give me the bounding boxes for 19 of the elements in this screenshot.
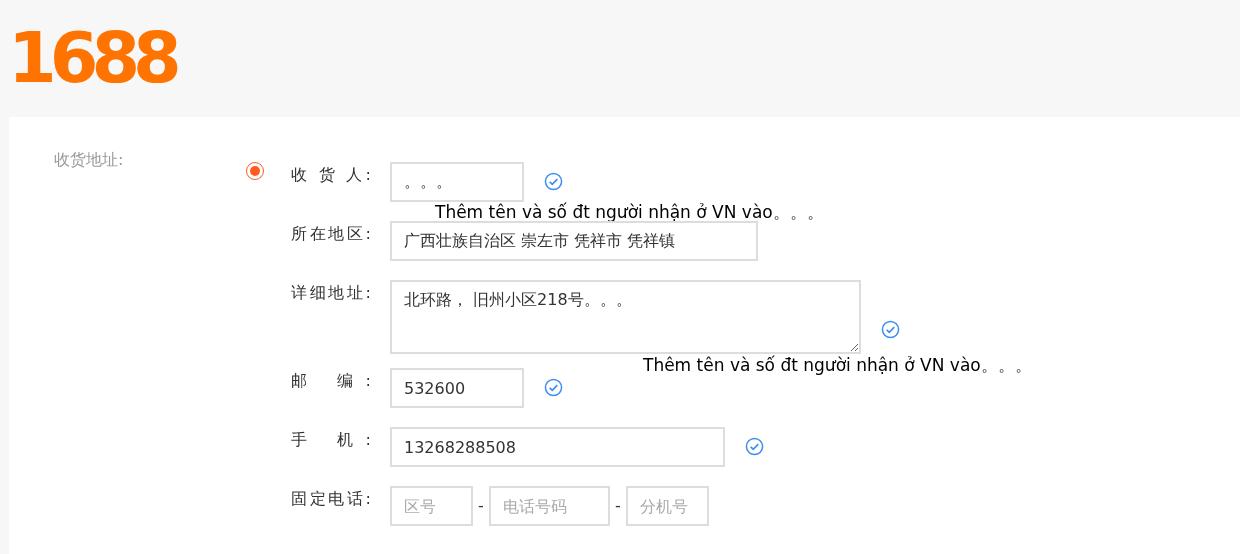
field-label: 固定电话: [291, 488, 371, 510]
input-field[interactable]: 13268288508 [390, 427, 725, 467]
field-label: 邮 编: [291, 370, 371, 392]
section-label: 收货地址: [54, 150, 124, 171]
input-field[interactable]: 分机号 [626, 486, 709, 526]
input-field[interactable]: 532600 [390, 368, 524, 408]
input-field[interactable]: 电话号码 [489, 486, 610, 526]
textarea-field[interactable]: 北环路， 旧州小区218号。。。 [390, 280, 861, 354]
field-label: 所在地区: [291, 223, 371, 245]
input-field[interactable]: 区号 [390, 486, 473, 526]
dash: - [477, 495, 485, 517]
field-label: 详细地址: [291, 282, 371, 304]
field-label: 手 机: [291, 429, 371, 451]
input-field[interactable]: 广西壮族自治区 崇左市 凭祥市 凭祥镇 [390, 221, 758, 261]
annotation-text: Thêm tên và số đt người nhận ở VN vào。。。 [435, 202, 824, 222]
input-field[interactable]: 。。。 [390, 162, 524, 202]
field-label: 收 货 人: [291, 164, 371, 186]
dash: - [614, 495, 622, 517]
annotation-text: Thêm tên và số đt người nhận ở VN vào。。。 [643, 355, 1032, 375]
